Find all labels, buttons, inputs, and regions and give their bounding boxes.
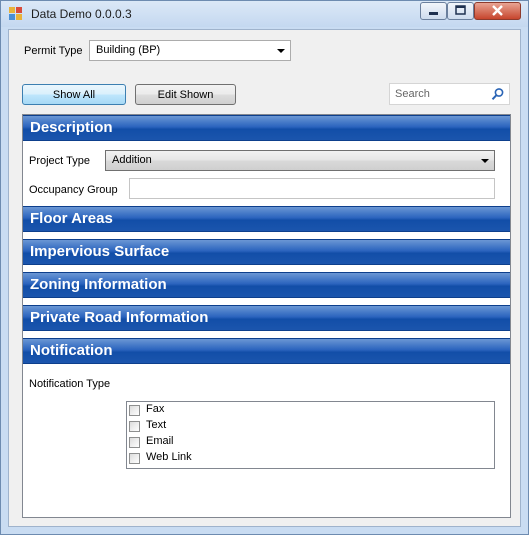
section-header-private-road-information[interactable]: Private Road Information — [23, 305, 510, 331]
search-input[interactable]: Search — [395, 88, 430, 100]
checkbox-fax[interactable] — [129, 405, 140, 416]
checkbox-label: Text — [146, 419, 167, 431]
section-header-description[interactable]: Description — [23, 115, 510, 141]
chevron-down-icon — [277, 49, 285, 53]
maximize-button[interactable] — [447, 2, 474, 20]
minimize-icon — [429, 12, 438, 15]
checkbox-email[interactable] — [129, 437, 140, 448]
close-button[interactable] — [474, 2, 521, 20]
permit-type-label: Permit Type — [24, 45, 83, 57]
section-title: Notification — [30, 342, 113, 359]
section-title: Floor Areas — [30, 210, 113, 227]
section-header-zoning-information[interactable]: Zoning Information — [23, 272, 510, 298]
project-type-select[interactable]: Addition — [105, 150, 495, 171]
section-title: Zoning Information — [30, 276, 167, 293]
section-title: Impervious Surface — [30, 243, 170, 260]
section-header-floor-areas[interactable]: Floor Areas — [23, 206, 510, 232]
title-bar[interactable]: Data Demo 0.0.0.3 — [1, 1, 528, 27]
search-box[interactable]: Search — [389, 83, 510, 105]
minimize-button[interactable] — [420, 2, 447, 20]
show-all-button[interactable]: Show All — [22, 84, 126, 105]
app-window: Data Demo 0.0.0.3 Permit Type Building (… — [0, 0, 529, 535]
checkbox-label: Fax — [146, 403, 165, 415]
details-panel[interactable]: Description Project Type Addition Occupa… — [22, 114, 511, 518]
checkbox-label: Web Link — [146, 451, 192, 463]
window-title: Data Demo 0.0.0.3 — [31, 7, 132, 21]
permit-type-value: Building (BP) — [96, 44, 161, 56]
project-type-label: Project Type — [29, 155, 90, 167]
edit-shown-button[interactable]: Edit Shown — [135, 84, 236, 105]
permit-type-select[interactable]: Building (BP) — [89, 40, 291, 61]
close-icon — [492, 5, 503, 16]
notification-type-label: Notification Type — [29, 378, 111, 390]
section-header-impervious-surface[interactable]: Impervious Surface — [23, 239, 510, 265]
project-type-value: Addition — [112, 154, 152, 166]
app-icon — [9, 7, 23, 20]
chevron-down-icon — [481, 159, 489, 163]
notification-type-list: Fax Text Email Web Link — [126, 401, 495, 469]
section-title: Private Road Information — [30, 309, 209, 326]
occupancy-group-field[interactable] — [129, 178, 495, 199]
client-area: Permit Type Building (BP) Show All Edit … — [8, 29, 521, 527]
section-header-notification[interactable]: Notification — [23, 338, 510, 364]
checkbox-web-link[interactable] — [129, 453, 140, 464]
checkbox-text[interactable] — [129, 421, 140, 432]
section-title: Description — [30, 119, 113, 136]
maximize-icon — [455, 5, 466, 15]
occupancy-group-label: Occupancy Group — [29, 184, 118, 196]
search-icon[interactable] — [491, 87, 505, 101]
checkbox-label: Email — [146, 435, 174, 447]
